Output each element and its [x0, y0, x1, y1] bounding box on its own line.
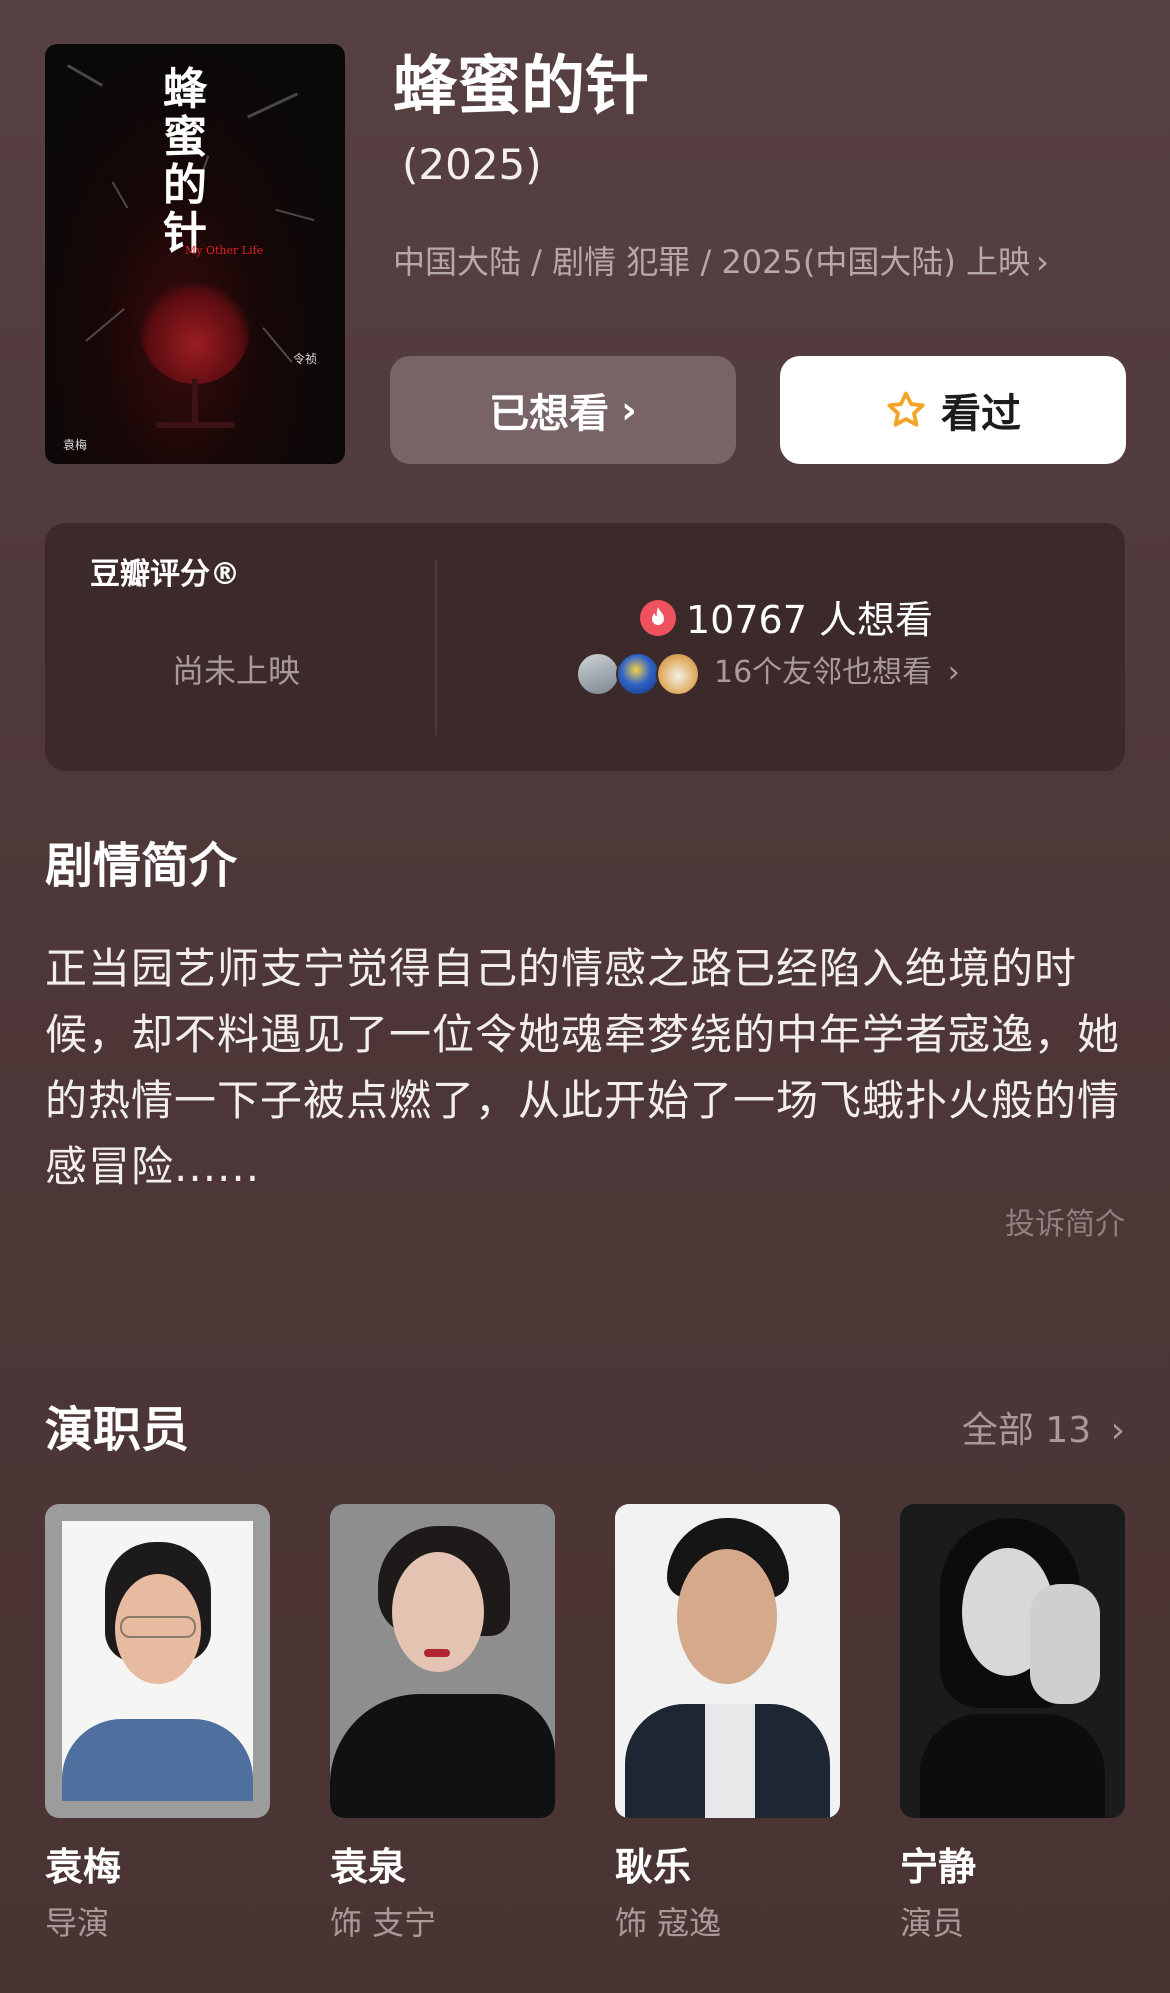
- friend-avatars[interactable]: [576, 652, 704, 698]
- cast-all-label: 全部 13: [961, 1410, 1092, 1451]
- friends-want-text: 16个友邻也想看: [714, 655, 933, 690]
- poster-title: 蜂 蜜 的 针: [163, 64, 209, 259]
- cast-photo: [330, 1504, 555, 1818]
- fire-icon: [640, 600, 676, 636]
- chevron-right-icon: ›: [947, 655, 960, 690]
- cast-name: 袁梅: [45, 1845, 122, 1889]
- star-icon: [887, 391, 925, 427]
- movie-poster[interactable]: 蜂 蜜 的 针 My Other Life 袁梅 令祯: [45, 44, 345, 464]
- cast-role: 演员: [900, 1904, 965, 1942]
- poster-credit-writer: 令祯: [293, 352, 318, 366]
- cast-role: 导演: [45, 1904, 110, 1942]
- cast-name: 宁静: [900, 1845, 977, 1889]
- cast-member[interactable]: 袁梅 导演: [45, 1504, 270, 1946]
- movie-title: 蜂蜜的针: [393, 50, 649, 124]
- avatar: [616, 652, 660, 696]
- synopsis-heading: 剧情简介: [45, 838, 238, 894]
- cast-all-link[interactable]: 全部 13 ›: [962, 1406, 1125, 1456]
- cast-role: 饰 支宁: [330, 1904, 437, 1942]
- poster-credit-director: 袁梅: [63, 438, 88, 452]
- cast-member[interactable]: 宁静 演员: [900, 1504, 1125, 1946]
- want-count: 10767 人想看: [686, 598, 933, 642]
- movie-year: (2025): [402, 140, 542, 189]
- cast-photo: [615, 1504, 840, 1818]
- want-to-watch-button[interactable]: 已想看 ›: [390, 356, 736, 464]
- rating-status: 尚未上映: [172, 652, 301, 690]
- cast-member[interactable]: 袁泉 饰 支宁: [330, 1504, 555, 1946]
- rating-card-divider: [435, 560, 437, 735]
- friends-want-link[interactable]: 16个友邻也想看 ›: [714, 650, 960, 696]
- cast-name: 袁泉: [330, 1845, 407, 1889]
- cast-member[interactable]: 耿乐 饰 寇逸: [615, 1504, 840, 1946]
- cast-heading: 演职员: [45, 1402, 190, 1458]
- chevron-right-icon: ›: [1036, 243, 1049, 281]
- avatar: [656, 652, 700, 696]
- report-synopsis-link[interactable]: 投诉简介: [1005, 1204, 1125, 1246]
- cast-name: 耿乐: [615, 1845, 692, 1889]
- movie-meta-text: 中国大陆 / 剧情 犯罪 / 2025(中国大陆) 上映: [393, 243, 1031, 281]
- chevron-right-icon: ›: [1110, 1410, 1125, 1451]
- cast-role: 饰 寇逸: [615, 1904, 722, 1942]
- poster-subtitle: My Other Life: [185, 244, 264, 257]
- want-to-watch-label: 已想看: [489, 391, 610, 437]
- avatar: [576, 652, 620, 696]
- chevron-right-icon: ›: [621, 388, 637, 432]
- synopsis-text: 正当园艺师支宁觉得自己的情感之路已经陷入绝境的时候，却不料遇见了一位令她魂牵梦绕…: [45, 944, 1121, 1191]
- douban-rating-label: 豆瓣评分®: [90, 557, 240, 592]
- cast-photo: [900, 1504, 1125, 1818]
- cast-photo: [45, 1504, 270, 1818]
- watched-label: 看过: [941, 391, 1021, 437]
- watched-button[interactable]: 看过: [780, 356, 1126, 464]
- movie-meta[interactable]: 中国大陆 / 剧情 犯罪 / 2025(中国大陆) 上映 ›: [393, 238, 1049, 286]
